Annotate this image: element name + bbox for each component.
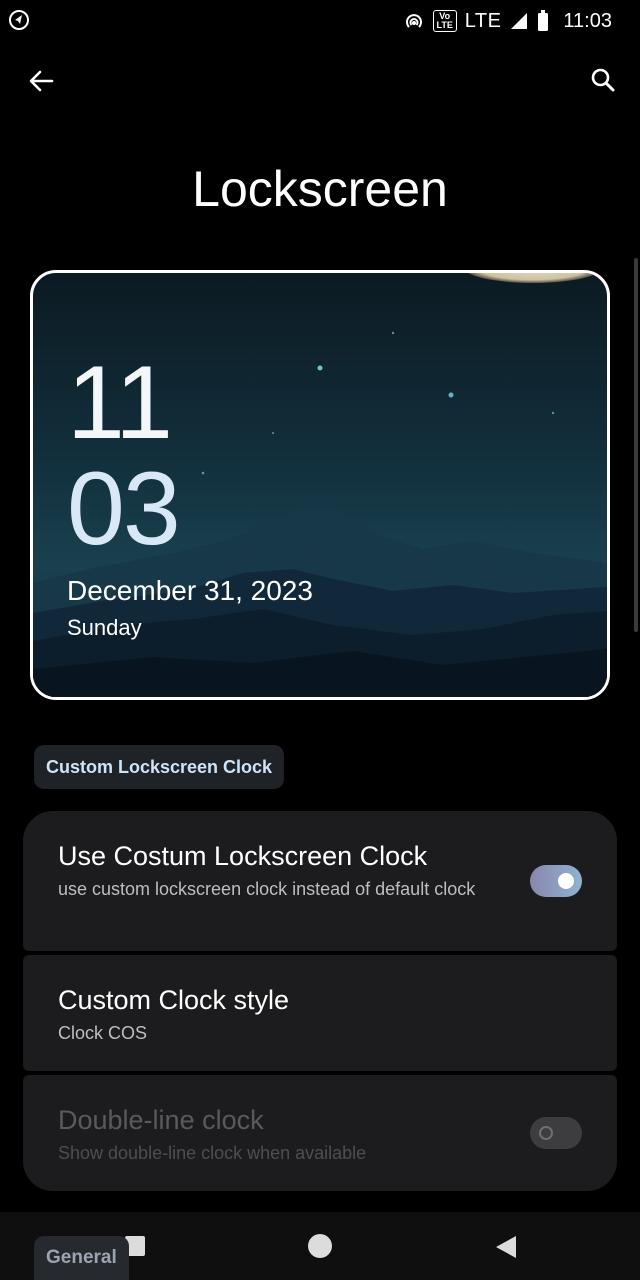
toggle-knob <box>539 1126 553 1140</box>
setting-custom-clock-style[interactable]: Custom Clock style Clock COS <box>23 955 617 1071</box>
notification-app-icon <box>8 9 30 31</box>
double-line-clock-toggle[interactable] <box>530 1117 582 1149</box>
setting-title: Double-line clock <box>58 1105 264 1135</box>
screen: Vo LTE LTE 11:03 Lockscreen 11 03 Decemb… <box>0 0 640 1280</box>
setting-subtitle: Show double-line clock when available <box>58 1143 367 1163</box>
lockscreen-preview-card: 11 03 December 31, 2023 Sunday <box>30 270 610 700</box>
scrollbar[interactable] <box>634 258 638 632</box>
setting-double-line-clock[interactable]: Double-line clock Show double-line clock… <box>23 1075 617 1191</box>
back-button[interactable] <box>24 64 58 98</box>
preview-clock-hour: 11 <box>67 345 173 461</box>
setting-use-custom-clock[interactable]: Use Costum Lockscreen Clock use custom l… <box>23 811 617 951</box>
battery-icon <box>537 10 549 32</box>
search-button[interactable] <box>586 63 620 97</box>
hotspot-icon <box>403 10 425 32</box>
preview-date: December 31, 2023 <box>67 575 313 606</box>
signal-icon <box>509 11 529 31</box>
preview-clock-minute: 03 <box>67 451 181 567</box>
preview-day: Sunday <box>67 615 142 640</box>
search-icon <box>591 68 615 92</box>
toggle-knob <box>558 873 574 889</box>
setting-title: Custom Clock style <box>58 985 290 1015</box>
section-header-custom-clock: Custom Lockscreen Clock <box>34 745 285 789</box>
page-title: Lockscreen <box>192 161 448 217</box>
setting-subtitle: use custom lockscreen clock instead of d… <box>58 879 476 899</box>
home-button[interactable] <box>308 1234 332 1258</box>
arrow-back-icon <box>29 70 54 92</box>
setting-subtitle: Clock COS <box>58 1023 148 1043</box>
setting-title: Use Costum Lockscreen Clock <box>58 841 428 871</box>
network-type-label: LTE <box>464 9 502 32</box>
nav-back-icon[interactable] <box>494 1234 518 1260</box>
status-time: 11:03 <box>563 9 612 32</box>
section-header-general: General <box>34 1236 129 1280</box>
status-bar: Vo LTE LTE 11:03 <box>0 0 640 42</box>
custom-clock-toggle[interactable] <box>530 865 582 897</box>
status-icons: Vo LTE LTE 11:03 <box>403 8 612 34</box>
volte-icon: Vo LTE <box>432 10 457 32</box>
